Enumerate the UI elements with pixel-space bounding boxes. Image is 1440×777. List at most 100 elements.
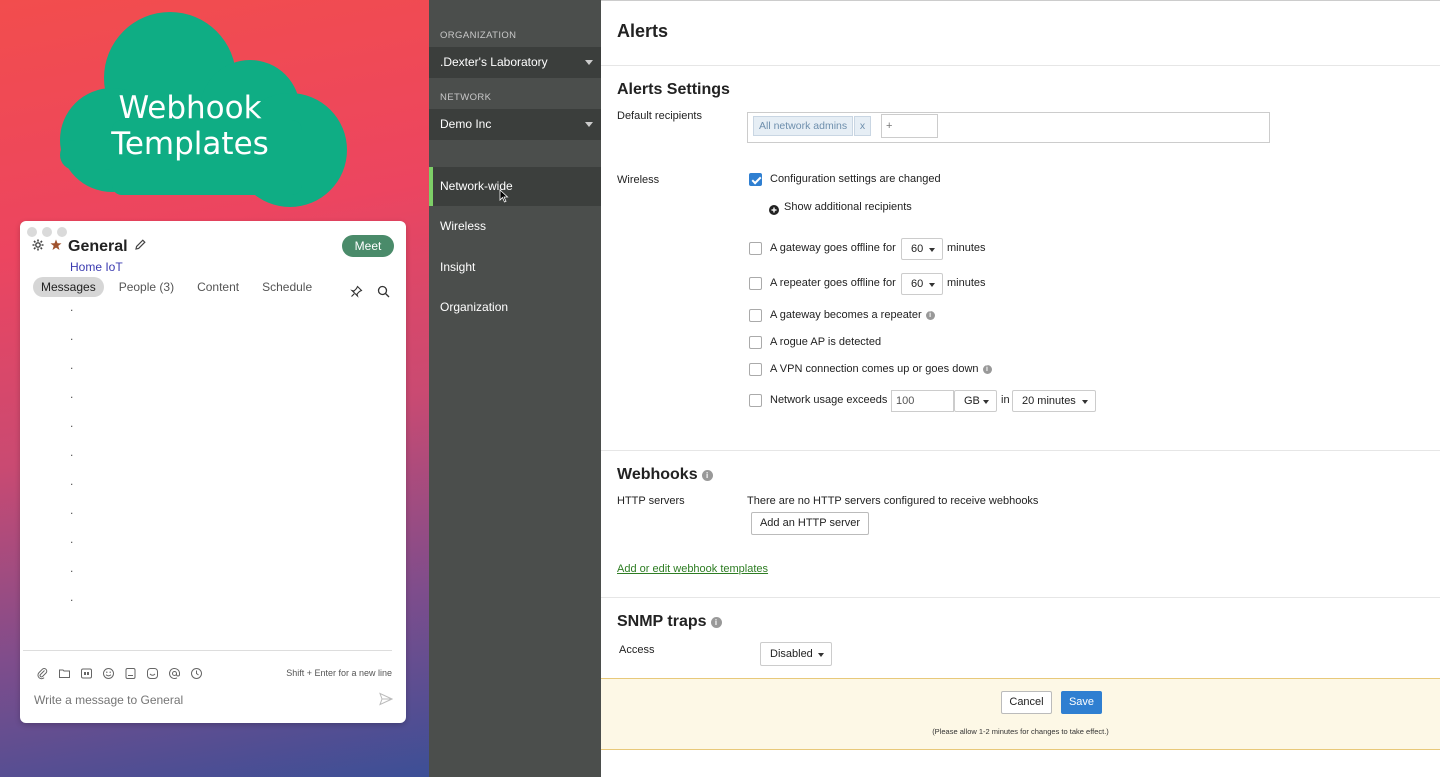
info-icon[interactable]: i [925, 310, 935, 320]
list-item: . [70, 358, 74, 372]
star-icon[interactable] [50, 238, 62, 256]
emoji-icon[interactable] [102, 667, 115, 685]
gateway-offline-suffix: minutes [947, 242, 986, 254]
window-controls [27, 227, 67, 237]
divider [601, 65, 1440, 66]
mention-icon[interactable] [168, 667, 181, 685]
repeater-offline-select[interactable]: 60 [901, 273, 943, 295]
http-servers-label: HTTP servers [617, 495, 685, 507]
repeater-offline-checkbox[interactable] [749, 277, 762, 290]
caret-down-icon [1082, 400, 1088, 404]
meet-button[interactable]: Meet [342, 235, 394, 257]
recipients-field[interactable]: All network admins x [747, 112, 1270, 143]
organization-select[interactable]: .Dexter's Laboratory [429, 47, 601, 78]
chat-window: General Meet Home IoT Messages People (3… [20, 221, 406, 723]
tab-schedule[interactable]: Schedule [254, 277, 320, 297]
chat-header: General [32, 238, 147, 256]
alerts-settings-title: Alerts Settings [617, 81, 730, 98]
attach-icon[interactable] [36, 667, 49, 685]
list-item: . [70, 474, 74, 488]
nav-item-organization[interactable]: Organization [429, 288, 601, 327]
snmp-access-select[interactable]: Disabled [760, 642, 832, 666]
search-icon[interactable] [377, 285, 390, 303]
gateway-offline-checkbox[interactable] [749, 242, 762, 255]
snmp-access-value: Disabled [770, 648, 813, 660]
config-changed-label: Configuration settings are changed [770, 173, 941, 185]
save-button[interactable]: Save [1061, 691, 1102, 714]
divider [601, 597, 1440, 598]
network-select[interactable]: Demo Inc [429, 109, 601, 140]
chat-subtitle[interactable]: Home IoT [70, 260, 123, 274]
repeater-offline-label: A repeater goes offline for [770, 277, 896, 289]
network-usage-checkbox[interactable] [749, 394, 762, 407]
info-icon[interactable]: i [982, 364, 992, 374]
http-servers-empty: There are no HTTP servers configured to … [747, 495, 1039, 507]
nav-item-wireless[interactable]: Wireless [429, 207, 601, 246]
plus-circle-icon[interactable] [769, 202, 779, 220]
composer-toolbar [36, 667, 203, 685]
rogue-ap-checkbox[interactable] [749, 336, 762, 349]
tab-messages[interactable]: Messages [33, 277, 104, 297]
nav-item-network-wide[interactable]: Network-wide [429, 167, 601, 206]
schedule-icon[interactable] [190, 667, 203, 685]
sticker-icon[interactable] [124, 667, 137, 685]
folder-icon[interactable] [58, 667, 71, 685]
list-item: . [70, 329, 74, 343]
save-bar: Cancel Save (Please allow 1-2 minutes fo… [601, 678, 1440, 750]
gateway-repeater-checkbox[interactable] [749, 309, 762, 322]
repeater-offline-value: 60 [911, 278, 924, 290]
caret-down-icon [983, 400, 989, 404]
nav-sidebar: ORGANIZATION .Dexter's Laboratory NETWOR… [429, 0, 601, 777]
vpn-row: A VPN connection comes up or goes down i [770, 363, 992, 375]
default-recipients-label: Default recipients [617, 110, 702, 122]
maximize-dot[interactable] [57, 227, 67, 237]
recipient-input[interactable] [881, 114, 938, 138]
network-usage-input[interactable] [891, 390, 954, 412]
list-item: . [70, 532, 74, 546]
overlay-title-line2: Templates [111, 126, 269, 162]
recipient-chip: All network admins [753, 116, 854, 136]
add-http-server-button[interactable]: Add an HTTP server [751, 512, 869, 535]
list-item: . [70, 503, 74, 517]
overlay-title: Webhook Templates [60, 90, 320, 162]
composer-divider [23, 650, 392, 651]
gateway-offline-select[interactable]: 60 [901, 238, 943, 260]
minimize-dot[interactable] [42, 227, 52, 237]
meme-icon[interactable] [146, 667, 159, 685]
gateway-repeater-row: A gateway becomes a repeater i [770, 309, 935, 321]
chat-tools [350, 285, 390, 303]
snmp-access-label: Access [619, 644, 655, 656]
info-icon[interactable]: i [710, 616, 722, 628]
usage-period-select[interactable]: 20 minutes [1012, 390, 1096, 412]
tab-content[interactable]: Content [189, 277, 247, 297]
snmp-title: SNMP traps [617, 613, 707, 630]
tab-people[interactable]: People (3) [111, 277, 182, 297]
message-input[interactable] [34, 693, 354, 707]
send-icon[interactable] [379, 692, 394, 711]
usage-unit-select[interactable]: GB [954, 390, 997, 412]
webhooks-title: Webhooks [617, 466, 698, 483]
info-icon[interactable]: i [701, 469, 713, 481]
caret-down-icon [585, 60, 593, 65]
webhook-templates-link[interactable]: Add or edit webhook templates [617, 563, 768, 575]
mouse-cursor-icon [499, 189, 509, 203]
vpn-label: A VPN connection comes up or goes down [770, 363, 979, 375]
show-additional-recipients[interactable]: Show additional recipients [784, 201, 912, 213]
usage-in-label: in [1001, 394, 1010, 406]
caret-down-icon [929, 283, 935, 287]
cancel-button[interactable]: Cancel [1001, 691, 1052, 714]
recipient-chip-remove[interactable]: x [854, 116, 871, 136]
gear-icon[interactable] [32, 238, 44, 256]
close-dot[interactable] [27, 227, 37, 237]
chat-title: General [68, 238, 128, 255]
config-changed-checkbox[interactable] [749, 173, 762, 186]
vpn-checkbox[interactable] [749, 363, 762, 376]
gif-icon[interactable] [80, 667, 93, 685]
wireless-label: Wireless [617, 174, 660, 186]
nav-item-insight[interactable]: Insight [429, 248, 601, 287]
background-panel: Webhook Templates General Meet Home IoT … [0, 0, 429, 777]
page-title: Alerts [617, 21, 669, 41]
edit-pencil-icon[interactable] [134, 238, 147, 256]
rogue-ap-label: A rogue AP is detected [770, 336, 882, 348]
pin-icon[interactable] [350, 285, 363, 303]
